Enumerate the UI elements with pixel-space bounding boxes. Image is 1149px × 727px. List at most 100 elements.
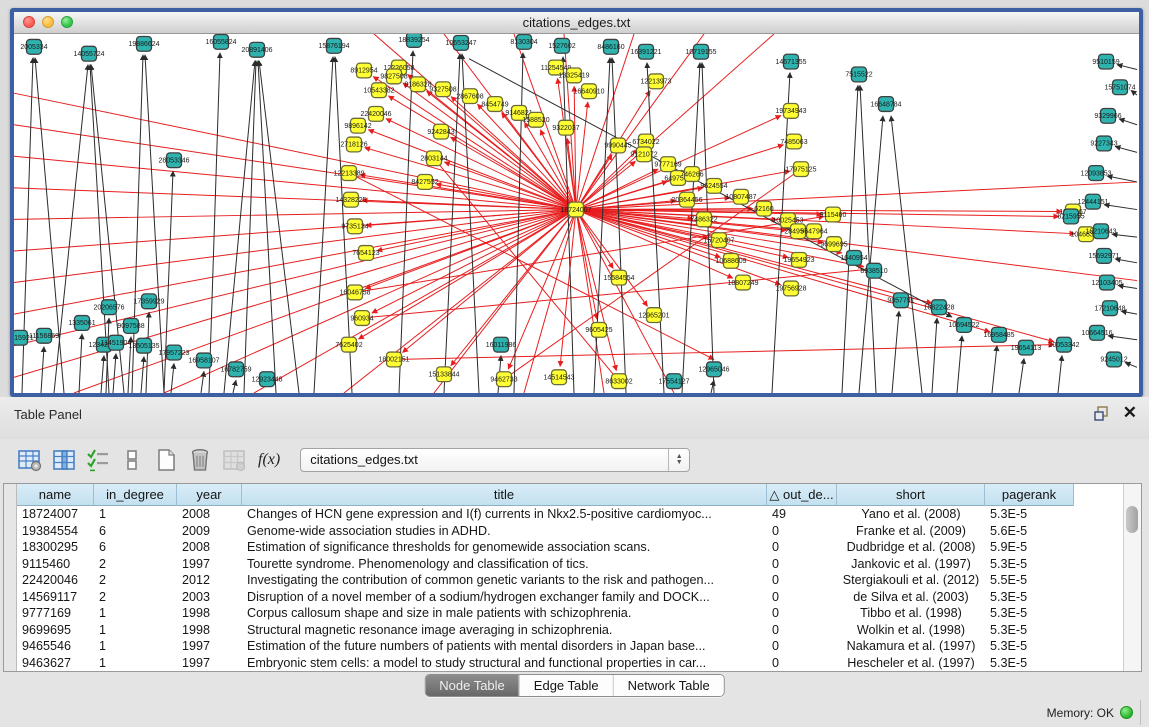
cell-in_degree: 1 [94,638,177,655]
graph-node-label: 8215955 [1057,214,1084,221]
scrollbar-thumb[interactable] [1126,506,1138,533]
graph-node-label: 20364456 [671,197,702,204]
graph-node-label: 13505135 [128,343,159,350]
graph-node-label: 28053346 [158,158,189,165]
graph-node-label: 9699695 [820,241,847,248]
graph-node-label: 9097588 [117,323,144,330]
graph-node-label: 9990445 [604,143,631,150]
edge [957,336,962,393]
cell-pagerank: 5.3E-5 [985,506,1074,523]
graph-node-label: 12213973 [640,79,671,86]
cell-short: de Silva et al. (2003) [837,589,985,606]
graph-node-label: 17975125 [785,166,816,173]
graph-node-label: 11156869 [29,333,59,340]
cell-year: 2012 [177,572,242,589]
vertical-scrollbar[interactable] [1123,484,1141,671]
table-row[interactable]: 1830029562008Estimation of significance … [17,539,1123,556]
edge [1019,358,1024,393]
table-selector-dropdown[interactable]: citations_edges.txt ▲▼ [300,448,690,472]
graph-node-label: 13325419 [558,73,589,80]
graph-node-label: 10688609 [715,258,746,265]
cell-title: Tourette syndrome. Phenomenology and cla… [242,556,767,573]
float-panel-icon[interactable] [1094,406,1109,421]
edge [1058,356,1062,393]
table-row[interactable]: 2242004622012Investigating the contribut… [17,572,1123,589]
table-row[interactable]: 946554611997Estimation of the future num… [17,638,1123,655]
graph-node-label: 17210648 [1094,305,1125,312]
column-header-title[interactable]: title [242,484,767,506]
graph-node-label: 18807249 [727,280,758,287]
cell-short: Wolkin et al. (1998) [837,622,985,639]
show-column-button[interactable] [50,446,78,474]
table-mode-button[interactable] [16,446,44,474]
tab-edge-table[interactable]: Edge Table [519,675,613,696]
graph-node-label: 7654123 [352,250,379,257]
table-row[interactable]: 977716911998Corpus callosum shape and si… [17,605,1123,622]
cell-year: 1997 [177,638,242,655]
table-panel-title: Table Panel [14,407,82,422]
select-all-button[interactable] [84,446,112,474]
column-header-pagerank[interactable]: pagerank [985,484,1074,506]
table-row[interactable]: 1456911722003Disruption of a novel membe… [17,589,1123,606]
unselect-all-button[interactable] [118,446,146,474]
graph-node-label: 17554127 [658,378,689,385]
table-header-row: namein_degreeyeartitle△ out_de...shortpa… [17,484,1074,506]
graph-node-label: 8186328 [404,82,431,89]
new-column-button[interactable] [152,446,180,474]
table-row[interactable]: 946362711997Embryonic stem cells: a mode… [17,655,1123,672]
graph-node-label: 9242843 [427,129,454,136]
graph-node-label: 9327508 [429,87,456,94]
table-row[interactable]: 1872400712008Changes of HCN gene express… [17,506,1123,523]
zoom-window-icon[interactable] [61,16,73,28]
column-header-in_degree[interactable]: in_degree [94,484,177,506]
graph-node-label: 12965046 [698,367,729,374]
network-canvas[interactable]: 1872400720053341405572419886624160558242… [14,34,1139,393]
function-builder-button[interactable]: f(x) [258,451,280,469]
cell-out_degree: 0 [767,539,837,556]
graph-node-label: 15720407 [703,237,734,244]
edge [682,63,700,393]
minimize-window-icon[interactable] [42,16,54,28]
cell-title: Corpus callosum shape and size in male p… [242,605,767,622]
column-header-name[interactable]: name [17,484,94,506]
graph-node-label: 20206576 [93,304,124,311]
network-window-titlebar[interactable]: citations_edges.txt [14,12,1139,34]
graph-node-label: 9857791 [887,298,914,305]
column-header-out_degree[interactable]: △ out_de... [767,484,837,506]
close-window-icon[interactable] [23,16,35,28]
graph-node-label: 14671355 [775,59,806,66]
cell-out_degree: 0 [767,638,837,655]
delete-table-button[interactable] [220,446,248,474]
citation-edge [365,148,576,210]
column-header-year[interactable]: year [177,484,242,506]
cell-out_degree: 49 [767,506,837,523]
close-panel-icon[interactable]: ✕ [1123,405,1137,421]
column-header-short[interactable]: short [837,484,985,506]
graph-node-label: 22420046 [360,111,391,118]
node-table: namein_degreeyeartitle△ out_de...shortpa… [3,483,1142,672]
graph-node-label: 16958485 [983,332,1014,339]
delete-column-button[interactable] [186,446,214,474]
cell-out_degree: 0 [767,589,837,606]
graph-node-label: 15876194 [318,43,349,50]
citation-edge [576,210,932,304]
cell-title: Estimation of significance thresholds fo… [242,539,767,556]
cell-in_degree: 2 [94,556,177,573]
edge [258,61,276,393]
graph-node-label: 16046758 [339,290,370,297]
graph-node-label: 62160 [754,206,774,213]
cell-pagerank: 5.3E-5 [985,589,1074,606]
graph-node-label: 7625402 [335,342,362,349]
graph-node-label: 9329966 [1094,113,1121,120]
tab-network-table[interactable]: Network Table [613,675,724,696]
table-toolbar: f(x) citations_edges.txt ▲▼ [0,443,1149,477]
tab-node-table[interactable]: Node Table [425,675,519,696]
table-row[interactable]: 1938455462009Genome-wide association stu… [17,523,1123,540]
table-row[interactable]: 969969511998Structural magnetic resonanc… [17,622,1123,639]
graph-node-label: 19886624 [128,41,159,48]
cell-out_degree: 0 [767,605,837,622]
citation-network-graph[interactable]: 1872400720053341405572419886624160558242… [14,34,1139,393]
table-row[interactable]: 911546021997Tourette syndrome. Phenomeno… [17,556,1123,573]
graph-node-label: 2005334 [20,44,47,51]
edge [259,61,299,393]
